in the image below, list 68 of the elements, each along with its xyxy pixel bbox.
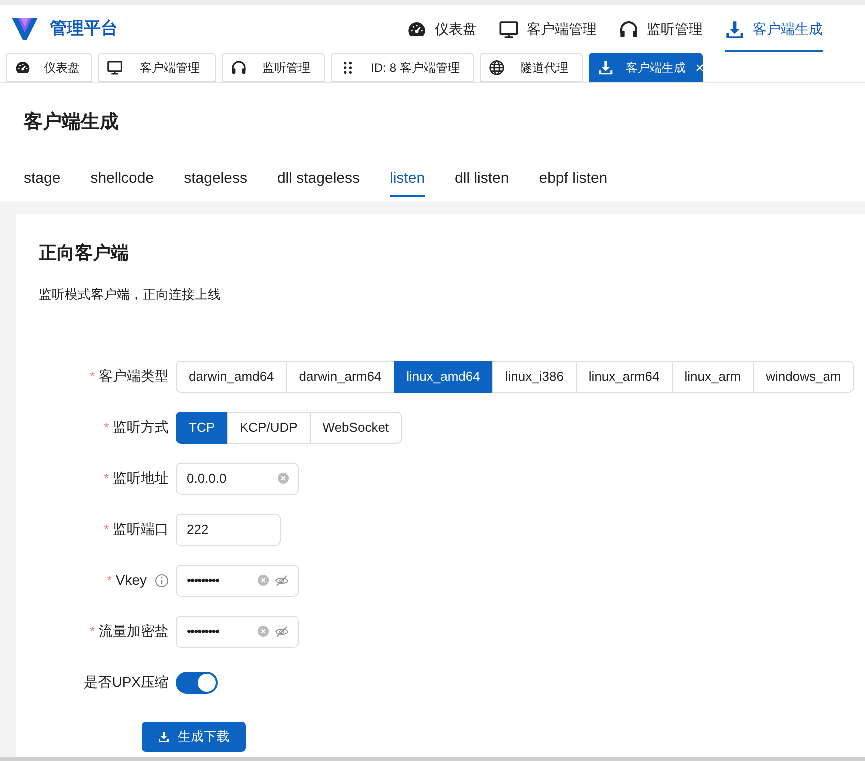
- field-label: 流量加密盐: [99, 622, 169, 641]
- card-description: 监听模式客户端，正向连接上线: [39, 286, 222, 304]
- input-field[interactable]: 222: [176, 514, 281, 546]
- info-icon[interactable]: [155, 574, 169, 588]
- field-label: 监听方式: [113, 418, 169, 437]
- segment-option[interactable]: linux_arm64: [576, 360, 673, 392]
- required-mark: *: [104, 470, 109, 488]
- logo-icon: [12, 16, 38, 40]
- required-mark: *: [90, 368, 95, 386]
- segment-option[interactable]: darwin_amd64: [176, 360, 288, 392]
- page-tab[interactable]: 隧道代理: [480, 53, 583, 82]
- close-icon[interactable]: [696, 64, 704, 72]
- sub-tab[interactable]: stage: [24, 163, 61, 197]
- monitor-icon: [107, 60, 123, 76]
- page-tab[interactable]: 监听管理: [222, 53, 325, 82]
- required-mark: *: [104, 520, 109, 539]
- clear-icon[interactable]: [278, 473, 289, 484]
- eye-off-icon[interactable]: [275, 626, 289, 638]
- password-field[interactable]: •••••••••: [176, 616, 299, 648]
- field-label: 客户端类型: [99, 367, 169, 386]
- field-label: 监听端口: [113, 520, 169, 539]
- nav-item[interactable]: 监听管理: [619, 5, 703, 52]
- sub-tab[interactable]: shellcode: [90, 163, 154, 197]
- eye-off-icon[interactable]: [275, 574, 289, 586]
- segment-option[interactable]: linux_amd64: [394, 360, 494, 392]
- page-tab[interactable]: 客户端生成: [589, 53, 703, 82]
- monitor-icon: [499, 20, 519, 40]
- clear-icon[interactable]: [258, 575, 269, 586]
- card-title: 正向客户端: [39, 242, 130, 265]
- app-title: 管理平台: [50, 18, 118, 40]
- gauge-icon: [407, 20, 427, 40]
- segment-option[interactable]: linux_arm: [672, 360, 754, 392]
- page-tab[interactable]: ID: 8 客户端管理: [331, 53, 474, 82]
- page-tab[interactable]: 仪表盘: [6, 53, 92, 82]
- segment-option[interactable]: darwin_arm64: [286, 360, 395, 392]
- globe-icon: [489, 60, 505, 76]
- required-mark: *: [106, 572, 112, 590]
- download-icon: [158, 730, 170, 742]
- segment-option[interactable]: linux_i386: [492, 360, 577, 392]
- required-mark: *: [104, 418, 109, 437]
- sub-tab[interactable]: listen: [390, 163, 426, 197]
- segment-option[interactable]: windows_am: [753, 360, 854, 392]
- clear-icon[interactable]: [258, 626, 269, 637]
- segment-option[interactable]: WebSocket: [310, 412, 402, 444]
- headphones-icon: [231, 60, 247, 76]
- sub-tab[interactable]: dll listen: [455, 163, 510, 197]
- toggle-switch[interactable]: [176, 672, 218, 694]
- sub-tab[interactable]: ebpf listen: [539, 163, 608, 197]
- download-icon: [598, 60, 614, 76]
- page-title: 客户端生成: [24, 110, 120, 135]
- page-tab[interactable]: 客户端管理: [98, 53, 216, 82]
- segment-option[interactable]: KCP/UDP: [227, 412, 311, 444]
- headphones-icon: [619, 20, 639, 40]
- sub-tab[interactable]: stageless: [184, 163, 248, 197]
- field-label: Vkey: [116, 571, 147, 590]
- password-field[interactable]: •••••••••: [176, 564, 299, 596]
- nav-item[interactable]: 客户端生成: [725, 5, 823, 52]
- sub-tab[interactable]: dll stageless: [277, 163, 360, 197]
- nav-item[interactable]: 客户端管理: [499, 5, 597, 52]
- field-label: 是否UPX压缩: [84, 673, 169, 692]
- field-label: 监听地址: [113, 469, 169, 488]
- download-icon: [725, 20, 745, 40]
- input-field[interactable]: 0.0.0.0: [176, 462, 299, 494]
- gauge-icon: [15, 60, 31, 76]
- nav-item[interactable]: 仪表盘: [407, 5, 477, 52]
- required-mark: *: [90, 622, 95, 641]
- segment-option[interactable]: TCP: [176, 412, 228, 444]
- generate-download-button[interactable]: 生成下载: [142, 722, 246, 752]
